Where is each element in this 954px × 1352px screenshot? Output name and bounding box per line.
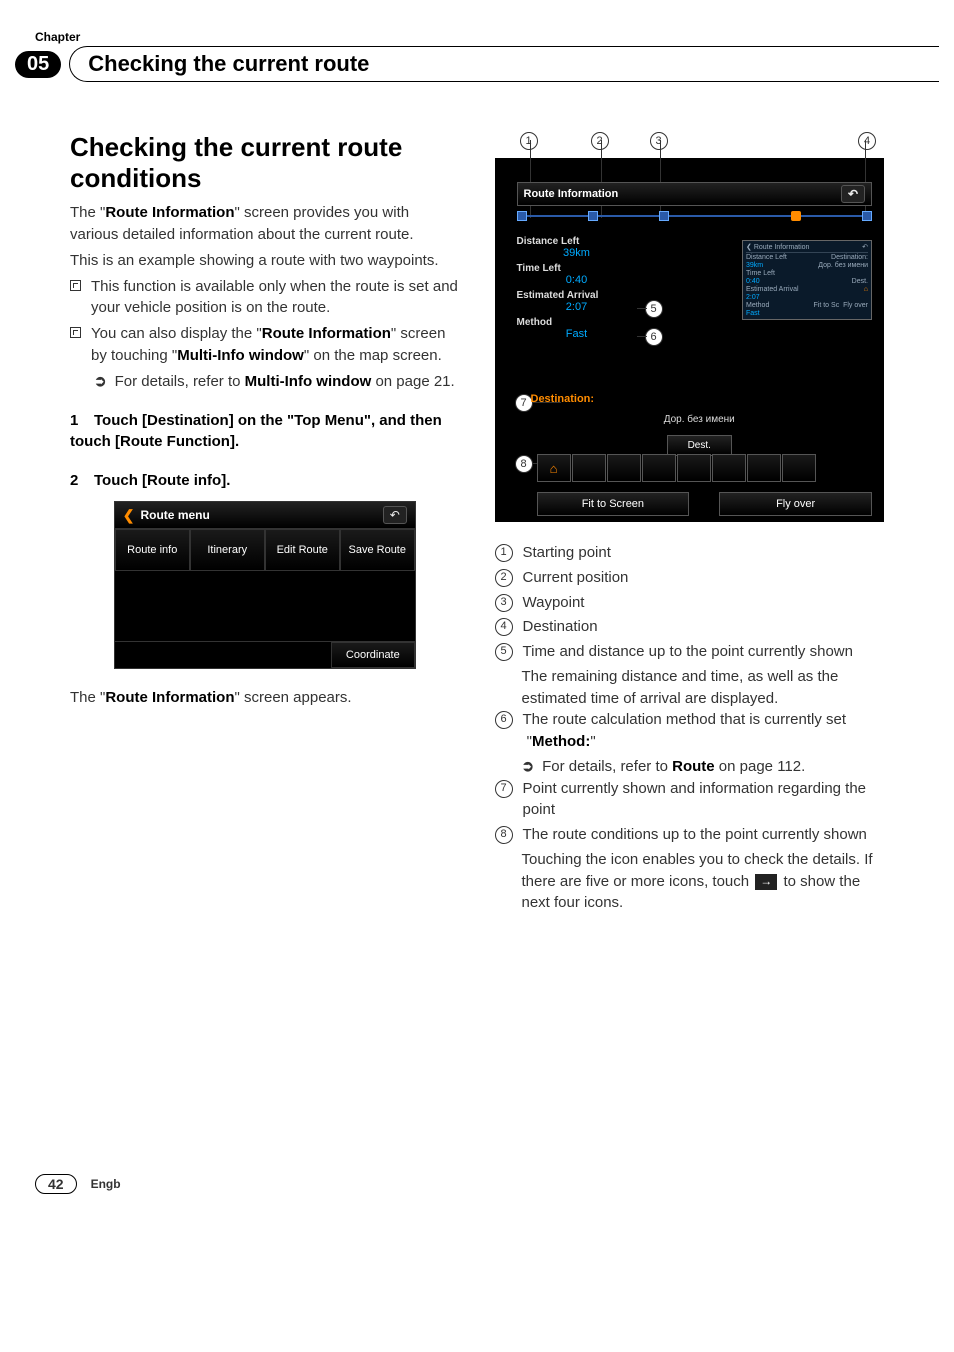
destination-label: Destination: <box>527 390 873 408</box>
callout-1: 1 <box>520 132 538 150</box>
edit-route-button: Edit Route <box>265 529 340 571</box>
route-condition-icons: ⌂ <box>537 454 873 482</box>
chapter-title-bubble: Checking the current route <box>69 46 939 82</box>
legend-item-4: 4Destination <box>495 616 885 638</box>
destination-panel: Destination: Дор. без имени Dest. <box>527 390 873 456</box>
return-icon: ↶ <box>841 185 865 203</box>
chapter-label: Chapter <box>35 30 884 44</box>
method-label: Method <box>517 317 637 328</box>
return-icon: ↶ <box>383 506 407 524</box>
chapter-header: 05 Checking the current route <box>15 46 939 82</box>
intro-paragraph-1: The "Route Information" screen provides … <box>70 202 460 246</box>
intro-paragraph-2: This is an example showing a route with … <box>70 250 460 272</box>
distance-left-value: 39km <box>517 247 637 259</box>
after-screenshot-text: The "Route Information" screen appears. <box>70 687 460 709</box>
legend-item-2: 2Current position <box>495 567 885 589</box>
condition-icon <box>747 454 781 482</box>
route-menu-screenshot: ❮ Route menu ↶ Route info Itinerary Edit… <box>114 501 416 669</box>
cross-reference-1: ➲ For details, refer to Multi-Info windo… <box>94 371 460 393</box>
reference-arrow-icon: ➲ <box>522 756 535 778</box>
callout-4: 4 <box>858 132 876 150</box>
callout-6: 6 <box>645 328 663 346</box>
legend-item-6: 6 The route calculation method that is c… <box>495 709 885 753</box>
callout-8: 8 <box>515 455 533 473</box>
destination-text: Дор. без имени <box>527 408 873 431</box>
fly-over-button: Fly over <box>719 492 872 516</box>
route-menu-title: Route menu <box>140 508 209 522</box>
legend-item-8-sub: Touching the icon enables you to check t… <box>522 849 885 914</box>
callout-5: 5 <box>645 300 663 318</box>
next-arrow-icon: → <box>755 874 777 890</box>
chapter-number-badge: 05 <box>15 51 61 78</box>
footer-language-label: Engb <box>91 1177 121 1191</box>
legend-item-5: 5Time and distance up to the point curre… <box>495 641 885 663</box>
route-info-panel: Distance Left 39km Time Left 0:40 Estima… <box>517 232 637 340</box>
fit-to-screen-button: Fit to Screen <box>537 492 690 516</box>
time-left-value: 0:40 <box>517 274 637 286</box>
eta-value: 2:07 <box>517 301 637 313</box>
legend-item-1: 1Starting point <box>495 542 885 564</box>
route-info-diagram: 1 2 3 4 Route Information ↶ <box>495 132 885 522</box>
coordinate-button: Coordinate <box>331 642 415 668</box>
diagram-legend: 1Starting point 2Current position 3Waypo… <box>495 542 885 914</box>
route-menu-header: ❮ Route menu ↶ <box>115 502 415 529</box>
legend-item-3: 3Waypoint <box>495 592 885 614</box>
page-footer: 42 Engb <box>35 1174 884 1194</box>
condition-icon <box>642 454 676 482</box>
step-2: 2Touch [Route info]. <box>70 470 460 491</box>
itinerary-button: Itinerary <box>190 529 265 571</box>
diagram-bottom-buttons: Fit to Screen Fly over <box>537 492 873 516</box>
note-item-1: This function is available only when the… <box>70 276 460 320</box>
eta-label: Estimated Arrival <box>517 290 637 301</box>
right-column: 1 2 3 4 Route Information ↶ <box>495 132 885 914</box>
step-1: 1Touch [Destination] on the "Top Menu", … <box>70 410 460 452</box>
route-info-screen-header: Route Information ↶ <box>517 182 873 206</box>
note-bullet-icon <box>70 280 81 291</box>
chapter-title: Checking the current route <box>88 51 369 76</box>
save-route-button: Save Route <box>340 529 415 571</box>
section-title: Checking the current route conditions <box>70 132 460 194</box>
page-number: 42 <box>35 1174 77 1194</box>
condition-icon <box>677 454 711 482</box>
distance-left-label: Distance Left <box>517 236 637 247</box>
legend-item-7: 7Point currently shown and information r… <box>495 778 885 822</box>
dest-button: Dest. <box>667 435 732 456</box>
note-bullet-icon <box>70 327 81 338</box>
route-info-button: Route info <box>115 529 190 571</box>
time-left-label: Time Left <box>517 263 637 274</box>
callout-2: 2 <box>591 132 609 150</box>
back-icon: ❮ <box>123 508 135 522</box>
mini-route-info-screenshot: ❮ Route Information↶ Distance LeftDestin… <box>742 240 872 320</box>
left-column: Checking the current route conditions Th… <box>70 132 460 914</box>
condition-icon <box>782 454 816 482</box>
route-progress-bar <box>517 210 873 222</box>
reference-arrow-icon: ➲ <box>94 371 107 393</box>
legend-item-5-sub: The remaining distance and time, as well… <box>522 666 885 710</box>
condition-icon <box>712 454 746 482</box>
route-menu-buttons: Route info Itinerary Edit Route Save Rou… <box>115 529 415 571</box>
method-value: Fast <box>517 328 637 340</box>
note-item-2: You can also display the "Route Informat… <box>70 323 460 367</box>
legend-item-6-ref: ➲ For details, refer to Route on page 11… <box>522 756 885 778</box>
condition-icon <box>607 454 641 482</box>
legend-item-8: 8The route conditions up to the point cu… <box>495 824 885 846</box>
callout-3: 3 <box>650 132 668 150</box>
condition-icon <box>572 454 606 482</box>
home-icon: ⌂ <box>537 454 571 482</box>
